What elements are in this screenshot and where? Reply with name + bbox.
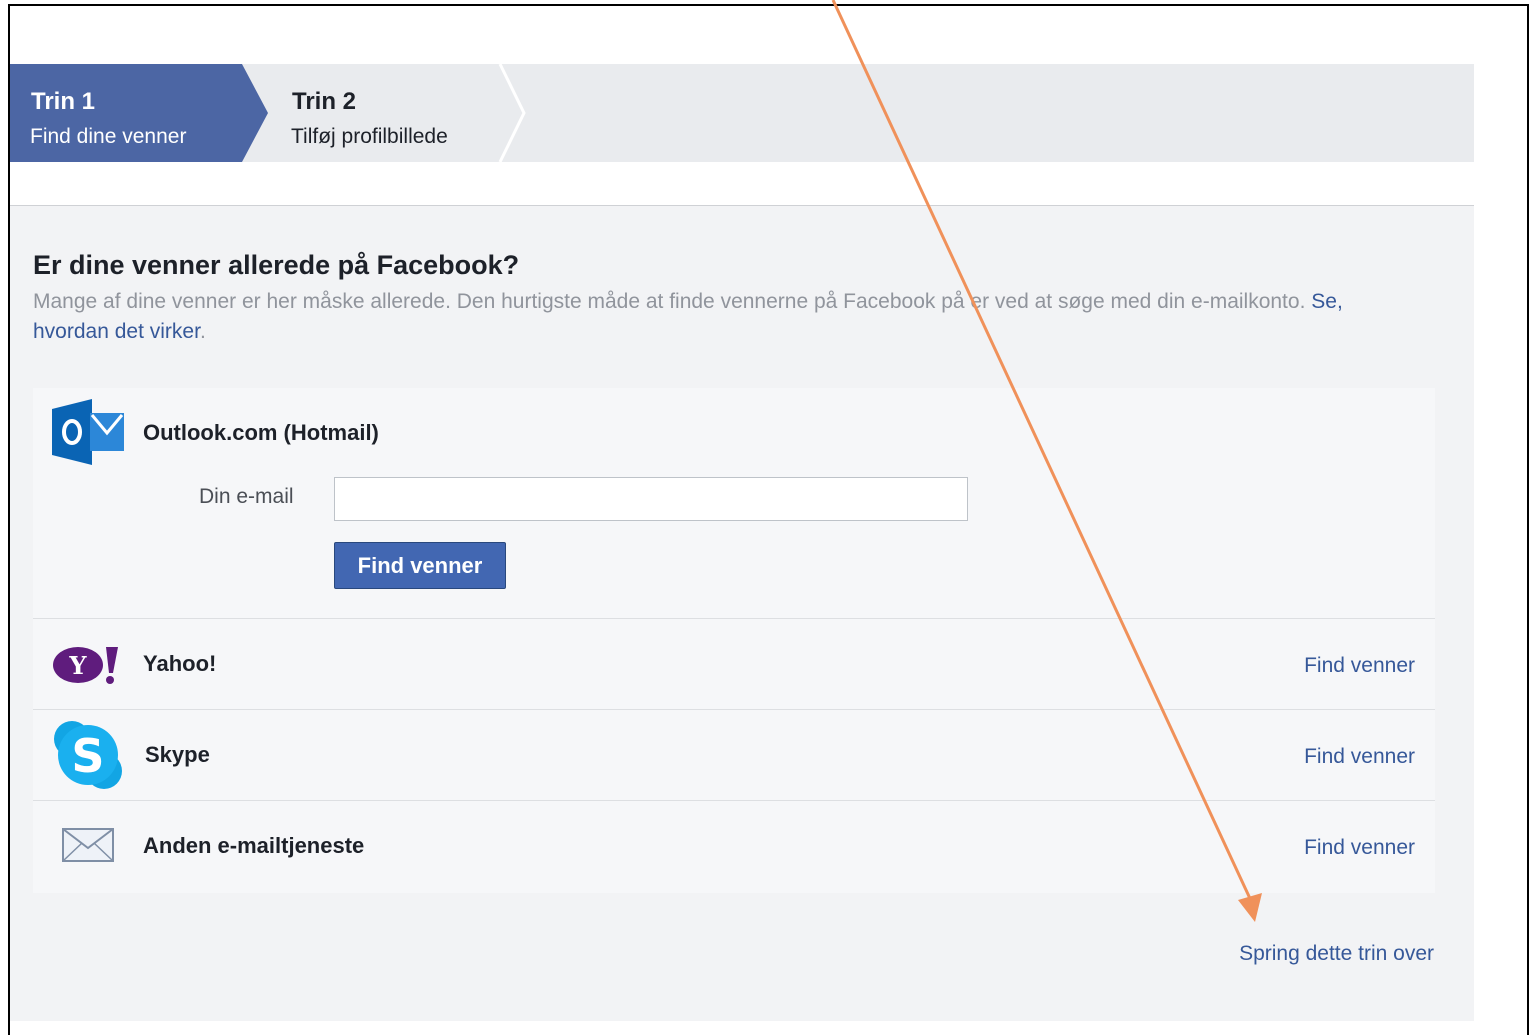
other-email-find-friends-link[interactable]: Find venner (1304, 836, 1415, 860)
email-providers-list: Outlook.com (Hotmail) Din e-mail Find ve… (33, 388, 1435, 893)
step-2-title: Trin 2 (292, 88, 357, 115)
outlook-icon (52, 399, 124, 465)
step-1-subtitle: Find dine venner (30, 125, 187, 148)
description-text: Mange af dine venner er her måske allere… (33, 290, 1306, 313)
email-label: Din e-mail (199, 485, 294, 508)
yahoo-find-friends-link[interactable]: Find venner (1304, 654, 1415, 678)
other-email-name: Anden e-mailtjeneste (143, 833, 365, 858)
outlook-name: Outlook.com (Hotmail) (143, 420, 379, 445)
yahoo-icon: Y (53, 647, 118, 684)
email-input[interactable] (334, 477, 968, 521)
svg-text:S: S (71, 729, 104, 783)
yahoo-name: Yahoo! (143, 651, 217, 676)
period: . (199, 320, 206, 343)
page-title: Er dine venner allerede på Facebook? (33, 250, 520, 280)
step-2[interactable]: Trin 2 Tilføj profilbillede (250, 64, 540, 162)
provider-skype: S Skype Find venner (33, 709, 1435, 801)
provider-yahoo: Y Yahoo! Find venner (33, 618, 1435, 710)
skype-find-friends-link[interactable]: Find venner (1304, 745, 1415, 769)
skip-step-link[interactable]: Spring dette trin over (1239, 942, 1434, 966)
find-friends-panel: Er dine venner allerede på Facebook? Man… (10, 205, 1474, 1021)
svg-text:Y: Y (68, 651, 87, 680)
step-1-active[interactable]: Trin 1 Find dine venner (10, 64, 270, 162)
step-2-subtitle: Tilføj profilbillede (291, 125, 448, 148)
step-progress-bar: Trin 1 Find dine venner Trin 2 Tilføj pr… (10, 64, 1474, 162)
step-1-title: Trin 1 (31, 88, 96, 115)
provider-other-email: Anden e-mailtjeneste Find venner (33, 800, 1435, 894)
envelope-icon (62, 828, 114, 862)
find-friends-button[interactable]: Find venner (334, 542, 506, 589)
skype-icon: S (54, 721, 122, 789)
provider-outlook: Outlook.com (Hotmail) Din e-mail Find ve… (33, 388, 1435, 618)
page-description: Mange af dine venner er her måske allere… (33, 287, 1373, 347)
skype-name: Skype (145, 742, 210, 767)
